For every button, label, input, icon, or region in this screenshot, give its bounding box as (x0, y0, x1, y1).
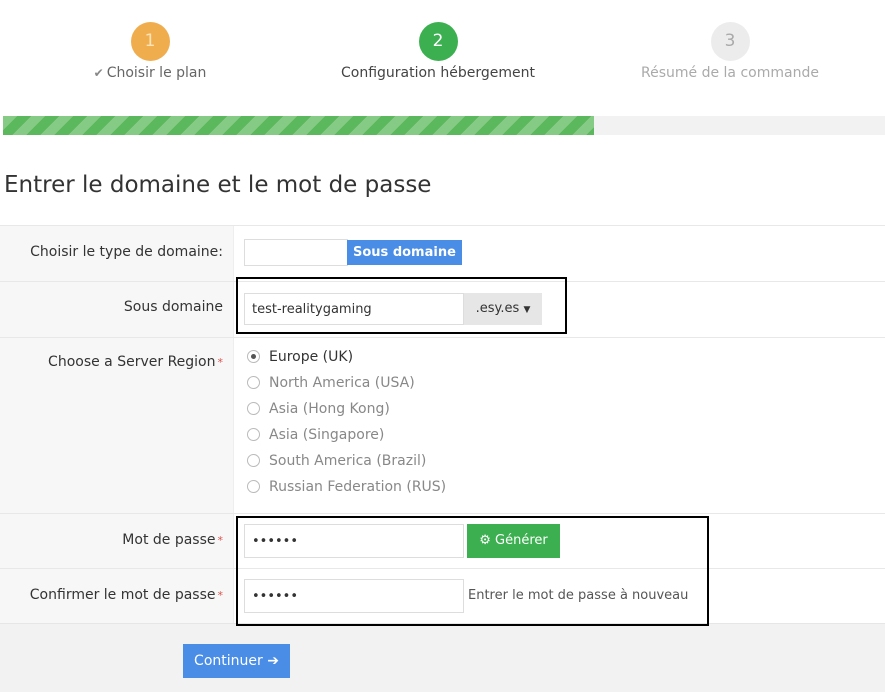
password-input[interactable] (244, 524, 464, 558)
confirm-password-row: Confirmer le mot de passe* Entrer le mot… (0, 568, 885, 624)
confirm-password-field: Entrer le mot de passe à nouveau (233, 569, 885, 624)
password-label: Mot de passe (122, 532, 216, 548)
required-mark: * (217, 356, 224, 369)
progress-bar-fill (3, 116, 594, 135)
step-2-number: 2 (418, 22, 458, 61)
region-option-label: Asia (Hong Kong) (269, 401, 390, 417)
required-mark: * (217, 534, 224, 547)
radio-icon (247, 428, 260, 441)
region-label: Choose a Server Region (48, 354, 216, 370)
step-3-label: Résumé de la commande (641, 65, 819, 81)
step-2-label: Configuration hébergement (340, 65, 535, 81)
subdomain-input[interactable] (244, 293, 464, 325)
region-option-north-america[interactable]: North America (USA) (247, 375, 415, 391)
domain-type-row: Choisir le type de domaine: Sous domaine (0, 225, 885, 281)
confirm-password-hint: Entrer le mot de passe à nouveau (468, 588, 689, 603)
region-option-label: South America (Brazil) (269, 453, 427, 469)
region-option-label: Russian Federation (RUS) (269, 479, 447, 495)
region-option-singapore[interactable]: Asia (Singapore) (247, 427, 384, 443)
confirm-password-label-cell: Confirmer le mot de passe * (0, 569, 233, 624)
region-option-label: North America (USA) (269, 375, 415, 391)
region-row: Choose a Server Region * Europe (UK) Nort… (0, 337, 885, 514)
radio-icon (247, 402, 260, 415)
subdomain-field: .esy.es ▼ (233, 282, 885, 337)
radio-icon (247, 454, 260, 467)
region-options: Europe (UK) North America (USA) Asia (Ho… (233, 338, 885, 514)
password-field: ⚙ Générer (233, 514, 885, 569)
region-option-hong-kong[interactable]: Asia (Hong Kong) (247, 401, 390, 417)
region-option-label: Asia (Singapore) (269, 427, 385, 443)
subdomain-row: Sous domaine .esy.es ▼ (0, 281, 885, 337)
caret-down-icon: ▼ (523, 305, 531, 315)
radio-icon (247, 480, 260, 493)
password-label-cell: Mot de passe * (0, 514, 233, 569)
step-1-label: Choisir le plan (106, 65, 207, 81)
page-title: Entrer le domaine et le mot de passe (4, 172, 432, 198)
confirm-password-input[interactable] (244, 579, 464, 613)
checkout-steps: 1 ✔ Choisir le plan 2 Configuration héber… (0, 0, 885, 110)
radio-icon (247, 350, 260, 363)
arrow-circle-right-icon: ➔ (267, 653, 279, 669)
region-option-label: Europe (UK) (269, 349, 354, 365)
required-mark: * (217, 589, 224, 602)
domain-suffix-value: .esy.es (475, 301, 520, 316)
domain-type-field: Sous domaine (233, 226, 885, 281)
domain-type-label: Choisir le type de domaine: (0, 226, 233, 281)
region-label-cell: Choose a Server Region * (0, 338, 233, 514)
subdomain-type-button[interactable]: Sous domaine (347, 240, 462, 265)
step-3: 3 Résumé de la commande (600, 22, 860, 81)
step-1-number: 1 (130, 22, 170, 61)
domain-suffix-select[interactable]: .esy.es ▼ (464, 293, 542, 325)
region-option-europe[interactable]: Europe (UK) (247, 349, 353, 365)
password-row: Mot de passe* ⚙ Générer (0, 513, 885, 569)
domain-type-input[interactable] (244, 239, 348, 266)
step-3-number: 3 (710, 22, 750, 61)
continue-label: Continuer (194, 653, 263, 669)
confirm-password-label: Confirmer le mot de passe (29, 587, 216, 603)
generate-button[interactable]: ⚙ Générer (467, 524, 560, 558)
gear-icon: ⚙ (479, 533, 491, 548)
subdomain-label: Sous domaine (0, 282, 233, 337)
step-1[interactable]: 1 ✔ Choisir le plan (20, 22, 280, 81)
continue-button[interactable]: Continuer ➔ (183, 644, 290, 678)
region-option-russia[interactable]: Russian Federation (RUS) (247, 479, 446, 495)
check-icon: ✔ (93, 66, 104, 80)
form-footer: Continuer ➔ (0, 623, 885, 692)
progress-bar (3, 116, 885, 135)
region-option-brazil[interactable]: South America (Brazil) (247, 453, 426, 469)
radio-icon (247, 376, 260, 389)
step-2: 2 Configuration hébergement (308, 22, 568, 81)
generate-label: Générer (495, 533, 548, 548)
